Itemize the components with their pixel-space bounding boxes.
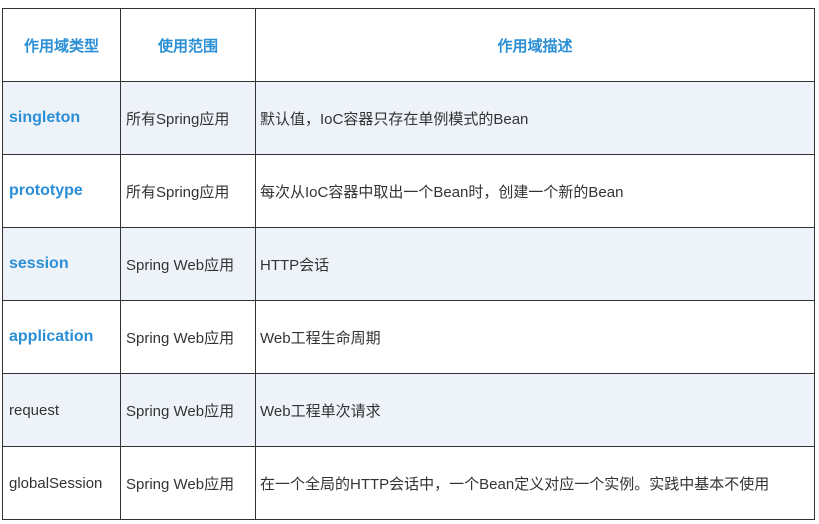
desc-cell: Web工程单次请求 xyxy=(255,373,815,447)
scope-cell: request xyxy=(2,373,121,447)
range-cell: 所有Spring应用 xyxy=(120,154,256,228)
desc-cell: 在一个全局的HTTP会话中，一个Bean定义对应一个实例。实践中基本不使用 xyxy=(255,446,815,520)
desc-cell: 默认值，IoC容器只存在单例模式的Bean xyxy=(255,81,815,155)
scope-cell: session xyxy=(2,227,121,301)
table-header-row: 作用域类型 使用范围 作用域描述 xyxy=(2,8,815,82)
scope-cell: prototype xyxy=(2,154,121,228)
table-row: session Spring Web应用 HTTP会话 xyxy=(2,227,815,301)
table-row: singleton 所有Spring应用 默认值，IoC容器只存在单例模式的Be… xyxy=(2,81,815,155)
range-cell: Spring Web应用 xyxy=(120,227,256,301)
scope-cell: application xyxy=(2,300,121,374)
table-row: prototype 所有Spring应用 每次从IoC容器中取出一个Bean时，… xyxy=(2,154,815,228)
range-cell: Spring Web应用 xyxy=(120,446,256,520)
table-row: application Spring Web应用 Web工程生命周期 xyxy=(2,300,815,374)
scope-cell: singleton xyxy=(2,81,121,155)
header-usage-range: 使用范围 xyxy=(120,8,256,82)
header-scope-type: 作用域类型 xyxy=(2,8,121,82)
desc-cell: Web工程生命周期 xyxy=(255,300,815,374)
range-cell: 所有Spring应用 xyxy=(120,81,256,155)
range-cell: Spring Web应用 xyxy=(120,300,256,374)
scope-cell: globalSession xyxy=(2,446,121,520)
range-cell: Spring Web应用 xyxy=(120,373,256,447)
desc-cell: HTTP会话 xyxy=(255,227,815,301)
desc-cell: 每次从IoC容器中取出一个Bean时，创建一个新的Bean xyxy=(255,154,815,228)
table-row: request Spring Web应用 Web工程单次请求 xyxy=(2,373,815,447)
table-row: globalSession Spring Web应用 在一个全局的HTTP会话中… xyxy=(2,446,815,520)
bean-scope-table: 作用域类型 使用范围 作用域描述 singleton 所有Spring应用 默认… xyxy=(2,8,815,520)
header-scope-description: 作用域描述 xyxy=(255,8,815,82)
